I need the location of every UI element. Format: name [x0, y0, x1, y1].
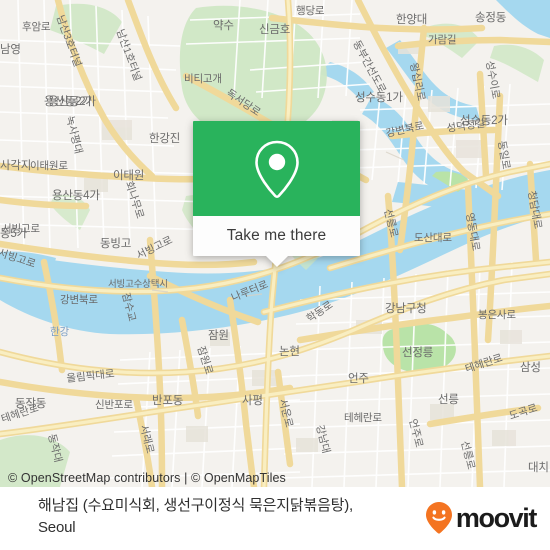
popup-tail: [265, 256, 288, 267]
moovit-pin-smiley-icon: [425, 502, 452, 534]
moovit-logo[interactable]: moovit: [425, 501, 538, 535]
popup-footer[interactable]: Take me there: [193, 216, 360, 267]
map-attribution: © OpenStreetMap contributors | © OpenMap…: [8, 471, 286, 485]
take-me-there-button[interactable]: Take me there: [227, 227, 327, 245]
moovit-wordmark: moovit: [455, 502, 538, 533]
map-screenshot: 후암로 남산3호터널 남산1호터널 약수 신금호 행당로 한양대 송정동 가람길 동부간선도로 비티…: [0, 0, 550, 550]
map-canvas[interactable]: 후암로 남산3호터널 남산1호터널 약수 신금호 행당로 한양대 송정동 가람길 동부간선도로 비티…: [0, 0, 550, 487]
footer-bar: 해남집 (수요미식회, 생선구이정식 묵은지닭볶음탕), Seoul moovi…: [0, 487, 550, 550]
map-pin-icon: [254, 140, 299, 198]
location-popup-card[interactable]: Take me there: [193, 121, 360, 267]
page-title: 해남집 (수요미식회, 생선구이정식 묵은지닭볶음탕), Seoul: [38, 497, 354, 536]
popup-image-area: [193, 121, 360, 216]
